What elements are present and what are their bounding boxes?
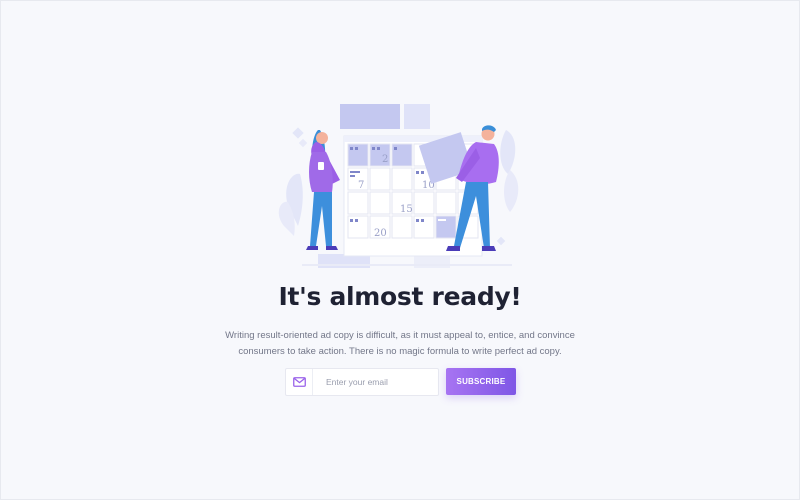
page-title: It's almost ready! <box>278 282 522 311</box>
description-text: Writing result-oriented ad copy is diffi… <box>200 328 600 359</box>
calendar-top-block-light <box>404 104 430 129</box>
calendar-top-block <box>340 104 400 129</box>
diamond-decoration <box>292 127 304 139</box>
phone <box>318 162 324 170</box>
envelope-icon <box>286 369 313 395</box>
email-field-group <box>285 368 439 396</box>
calendar-date: 15 <box>400 204 413 215</box>
description-line: consumers to take action. There is no ma… <box>238 345 562 357</box>
subscribe-button[interactable]: SUBSCRIBE <box>446 368 516 395</box>
diamond-decoration <box>298 138 308 148</box>
description-line: Writing result-oriented ad copy is diffi… <box>225 330 575 341</box>
diamond-decoration <box>496 236 506 246</box>
leaf-right <box>500 130 516 174</box>
leaf-right-2 <box>504 170 519 212</box>
calendar-date: 20 <box>374 228 387 239</box>
email-input[interactable] <box>314 369 434 395</box>
woman-figure <box>306 130 340 250</box>
calendar-date: 2 <box>382 154 388 165</box>
calendar-illustration: 2 7 10 15 20 <box>278 104 519 268</box>
calendar-date: 7 <box>358 180 364 191</box>
ground-line <box>302 264 512 266</box>
